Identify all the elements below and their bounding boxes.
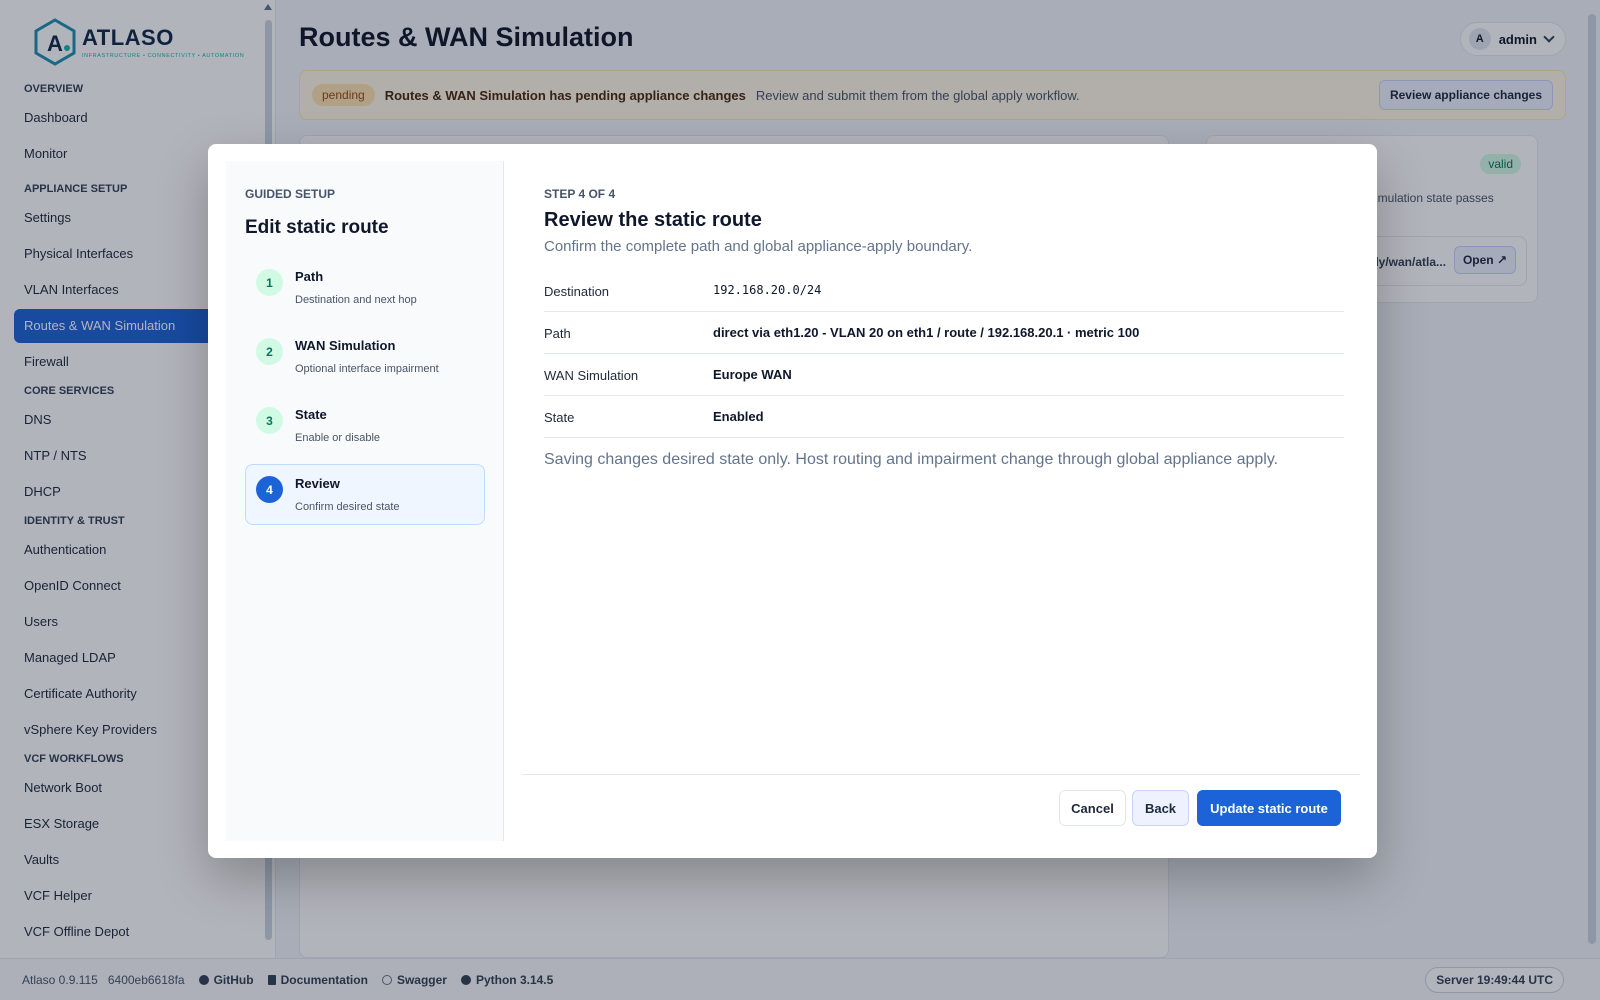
row-label: WAN Simulation	[544, 368, 639, 383]
edit-static-route-dialog: GUIDED SETUP Edit static route 1 Path De…	[208, 144, 1377, 858]
wizard-steps: GUIDED SETUP Edit static route 1 Path De…	[226, 161, 504, 841]
row-value: Enabled	[713, 409, 764, 424]
divider	[522, 774, 1360, 775]
step-desc: Confirm desired state	[295, 501, 400, 513]
review-subtitle: Confirm the complete path and global app…	[544, 238, 973, 255]
step-desc: Enable or disable	[295, 432, 381, 444]
back-button[interactable]: Back	[1132, 790, 1189, 826]
step-number: 1	[256, 269, 283, 296]
update-static-route-button[interactable]: Update static route	[1197, 790, 1341, 826]
apply-boundary-note: Saving changes desired state only. Host …	[544, 451, 1279, 468]
row-label: Destination	[544, 284, 610, 299]
step-number: 3	[256, 407, 283, 434]
review-row-wan-simulation: WAN Simulation Europe WAN	[544, 354, 1344, 396]
step-desc: Destination and next hop	[295, 294, 417, 306]
step-name: Path	[295, 269, 324, 284]
row-value: Europe WAN	[713, 367, 792, 382]
guided-setup-label: GUIDED SETUP	[245, 187, 336, 201]
row-value: 192.168.20.0/24	[713, 283, 822, 297]
row-label: State	[544, 410, 575, 425]
review-row-destination: Destination 192.168.20.0/24	[544, 270, 1344, 312]
wizard-step-path[interactable]: 1 Path Destination and next hop	[245, 257, 485, 318]
wizard-step-review[interactable]: 4 Review Confirm desired state	[245, 464, 485, 525]
row-value: direct via eth1.20 - VLAN 20 on eth1 / r…	[713, 325, 1140, 340]
review-title: Review the static route	[544, 209, 762, 231]
dialog-title: Edit static route	[245, 217, 389, 238]
cancel-button[interactable]: Cancel	[1059, 790, 1126, 826]
step-number: 2	[256, 338, 283, 365]
step-desc: Optional interface impairment	[295, 363, 439, 375]
step-name: Review	[295, 476, 340, 491]
wizard-step-state[interactable]: 3 State Enable or disable	[245, 395, 485, 456]
review-row-path: Path direct via eth1.20 - VLAN 20 on eth…	[544, 312, 1344, 354]
step-number: 4	[256, 476, 283, 503]
wizard-step-wan-simulation[interactable]: 2 WAN Simulation Optional interface impa…	[245, 326, 485, 387]
step-name: WAN Simulation	[295, 338, 396, 353]
row-label: Path	[544, 326, 571, 341]
step-name: State	[295, 407, 327, 422]
step-counter: STEP 4 OF 4	[544, 187, 616, 201]
review-row-state: State Enabled	[544, 396, 1344, 438]
